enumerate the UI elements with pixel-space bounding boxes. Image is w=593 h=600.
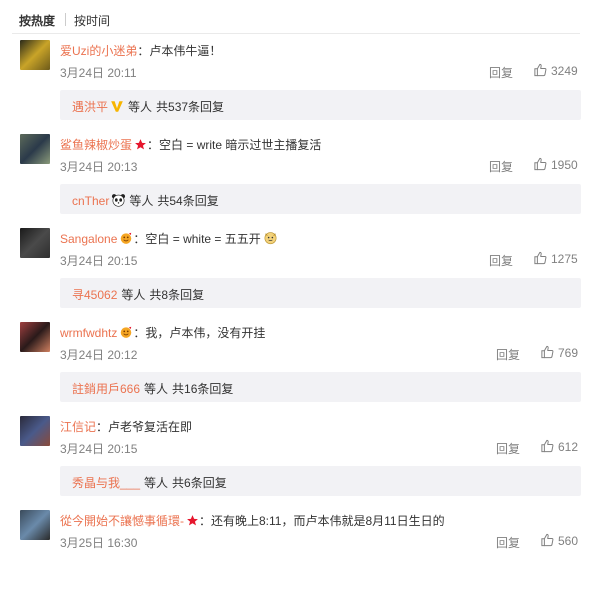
sub-reply-username[interactable]: 寻45062 [72, 288, 117, 302]
comment-text-line: wrmfwdhtz ：我，卢本伟，没有开挂 [60, 324, 265, 341]
sub-reply-username[interactable]: 註銷用戶666 [72, 382, 140, 396]
red-star-badge-icon [186, 514, 199, 527]
sort-divider [65, 13, 66, 26]
like-count: 560 [558, 534, 579, 548]
comment-username[interactable]: wrmfwdhtz [60, 326, 117, 340]
like-count: 1275 [551, 252, 578, 266]
like-count: 612 [558, 440, 579, 454]
sub-reply-suffix: 等人 [129, 194, 154, 208]
comment-text-line: 鲨鱼辣椒炒蛋 ：空白 = write 暗示过世主播复活 [60, 136, 321, 153]
view-more-replies-link[interactable]: 共8条回复 [149, 288, 204, 302]
like-button[interactable]: 3249 [533, 62, 581, 80]
thumbs-up-icon [541, 439, 554, 453]
like-button[interactable]: 560 [540, 532, 588, 550]
view-more-replies-link[interactable]: 共16条回复 [172, 382, 233, 396]
avatar[interactable] [20, 322, 50, 352]
view-more-replies-link[interactable]: 共537条回复 [156, 100, 224, 114]
comment-timestamp: 3月24日 20:15 [60, 442, 138, 456]
thumbs-up-icon [534, 251, 547, 265]
comment-text-line: 從今開始不讓憾事循環- ：还有晚上8:11，而卢本伟就是8月11日生日的 [60, 512, 445, 529]
comment-username[interactable]: 從今開始不讓憾事循環- [60, 514, 184, 528]
avatar[interactable] [20, 416, 50, 446]
comment-body: ：空白 = white = 五五开 [133, 232, 261, 246]
reply-button[interactable]: 回复 [496, 346, 520, 363]
comment-body: ：我，卢本伟，没有开挂 [133, 326, 266, 340]
comment-item: Sangalone ：空白 = white = 五五开 3月24日 20:15 回复 1… [0, 224, 593, 318]
sub-reply-suffix: 等人 [144, 382, 169, 396]
thumbs-up-icon [534, 157, 547, 171]
sub-reply-username[interactable]: cnTher [72, 194, 109, 208]
comment-timestamp: 3月24日 20:15 [60, 254, 138, 268]
sub-replies-box: 秀晶与我___ 等人 共6条回复 [60, 466, 581, 496]
reply-button[interactable]: 回复 [489, 64, 513, 81]
fan-badge-icon [119, 325, 133, 339]
sub-reply-suffix: 等人 [128, 100, 153, 114]
sub-replies-summary: 寻45062 等人 共8条回复 [72, 286, 204, 303]
comment-item: 江信记：卢老爷复活在即 3月24日 20:15 回复 612 秀晶与我___ 等人 共6条回… [0, 412, 593, 506]
sub-replies-summary: 遇洪平 等人 共537条回复 [72, 98, 224, 115]
sub-replies-box: 註銷用戶666 等人 共16条回复 [60, 372, 581, 402]
like-button[interactable]: 769 [540, 344, 588, 362]
sort-by-time-tab[interactable]: 按时间 [74, 12, 110, 29]
comment-timestamp: 3月24日 20:13 [60, 160, 138, 174]
thumbs-up-icon [541, 345, 554, 359]
sort-by-hot-tab[interactable]: 按热度 [19, 12, 55, 29]
sub-reply-username[interactable]: 秀晶与我___ [72, 476, 140, 490]
sub-replies-box: 遇洪平 等人 共537条回复 [60, 90, 581, 120]
like-button[interactable]: 1275 [533, 250, 581, 268]
comment-body: ：空白 = write 暗示过世主播复活 [147, 138, 322, 152]
sub-reply-username[interactable]: 遇洪平 [72, 100, 108, 114]
view-more-replies-link[interactable]: 共6条回复 [172, 476, 227, 490]
vip-v-badge-icon [110, 98, 124, 114]
sort-bar-divider [12, 33, 580, 34]
sub-replies-summary: 秀晶与我___ 等人 共6条回复 [72, 474, 227, 491]
comment-text-line: 爱Uzi的小迷弟：卢本伟牛逼！ [60, 42, 221, 59]
comment-text-line: 江信记：卢老爷复活在即 [60, 418, 192, 435]
comment-timestamp: 3月25日 16:30 [60, 536, 138, 550]
reply-button[interactable]: 回复 [496, 440, 520, 457]
like-count: 1950 [551, 158, 578, 172]
avatar[interactable] [20, 134, 50, 164]
panda-emoji-icon [111, 193, 126, 207]
fan-badge-icon [119, 231, 133, 245]
comment-body: ：卢老爷复活在即 [96, 420, 193, 434]
avatar[interactable] [20, 40, 50, 70]
doge-emoji-icon [263, 230, 277, 245]
comment-item: 從今開始不讓憾事循環- ：还有晚上8:11，而卢本伟就是8月11日生日的 3月25日… [0, 506, 593, 600]
comment-item: 鲨鱼辣椒炒蛋 ：空白 = write 暗示过世主播复活 3月24日 20:13 回复 1… [0, 130, 593, 224]
sub-replies-box: 寻45062 等人 共8条回复 [60, 278, 581, 308]
comment-timestamp: 3月24日 20:11 [60, 66, 137, 80]
comment-username[interactable]: Sangalone [60, 232, 117, 246]
red-star-badge-icon [134, 138, 147, 151]
like-count: 769 [558, 346, 579, 360]
thumbs-up-icon [534, 63, 547, 77]
sort-bar: 按热度 按时间 [0, 0, 593, 34]
reply-button[interactable]: 回复 [489, 252, 513, 269]
comment-username[interactable]: 爱Uzi的小迷弟 [60, 44, 137, 58]
avatar[interactable] [20, 228, 50, 258]
comment-item: 爱Uzi的小迷弟：卢本伟牛逼！ 3月24日 20:11 回复 3249 遇洪平 等人 共53… [0, 36, 593, 130]
comment-body: ：还有晚上8:11，而卢本伟就是8月11日生日的 [199, 514, 445, 528]
comment-username[interactable]: 江信记 [60, 420, 96, 434]
comment-timestamp: 3月24日 20:12 [60, 348, 138, 362]
sub-replies-summary: cnTher 等人 共54条回复 [72, 192, 219, 209]
view-more-replies-link[interactable]: 共54条回复 [157, 194, 218, 208]
reply-button[interactable]: 回复 [496, 534, 520, 551]
comment-item: wrmfwdhtz ：我，卢本伟，没有开挂 3月24日 20:12 回复 769 註銷用戶… [0, 318, 593, 412]
sub-reply-suffix: 等人 [121, 288, 146, 302]
sub-replies-box: cnTher 等人 共54条回复 [60, 184, 581, 214]
like-count: 3249 [551, 64, 578, 78]
reply-button[interactable]: 回复 [489, 158, 513, 175]
comment-username[interactable]: 鲨鱼辣椒炒蛋 [60, 138, 132, 152]
sub-reply-suffix: 等人 [144, 476, 169, 490]
like-button[interactable]: 1950 [533, 156, 581, 174]
comment-text-line: Sangalone ：空白 = white = 五五开 [60, 230, 277, 247]
sub-replies-summary: 註銷用戶666 等人 共16条回复 [72, 380, 233, 397]
thumbs-up-icon [541, 533, 554, 547]
like-button[interactable]: 612 [540, 438, 588, 456]
comment-body: ：卢本伟牛逼！ [137, 44, 222, 58]
avatar[interactable] [20, 510, 50, 540]
